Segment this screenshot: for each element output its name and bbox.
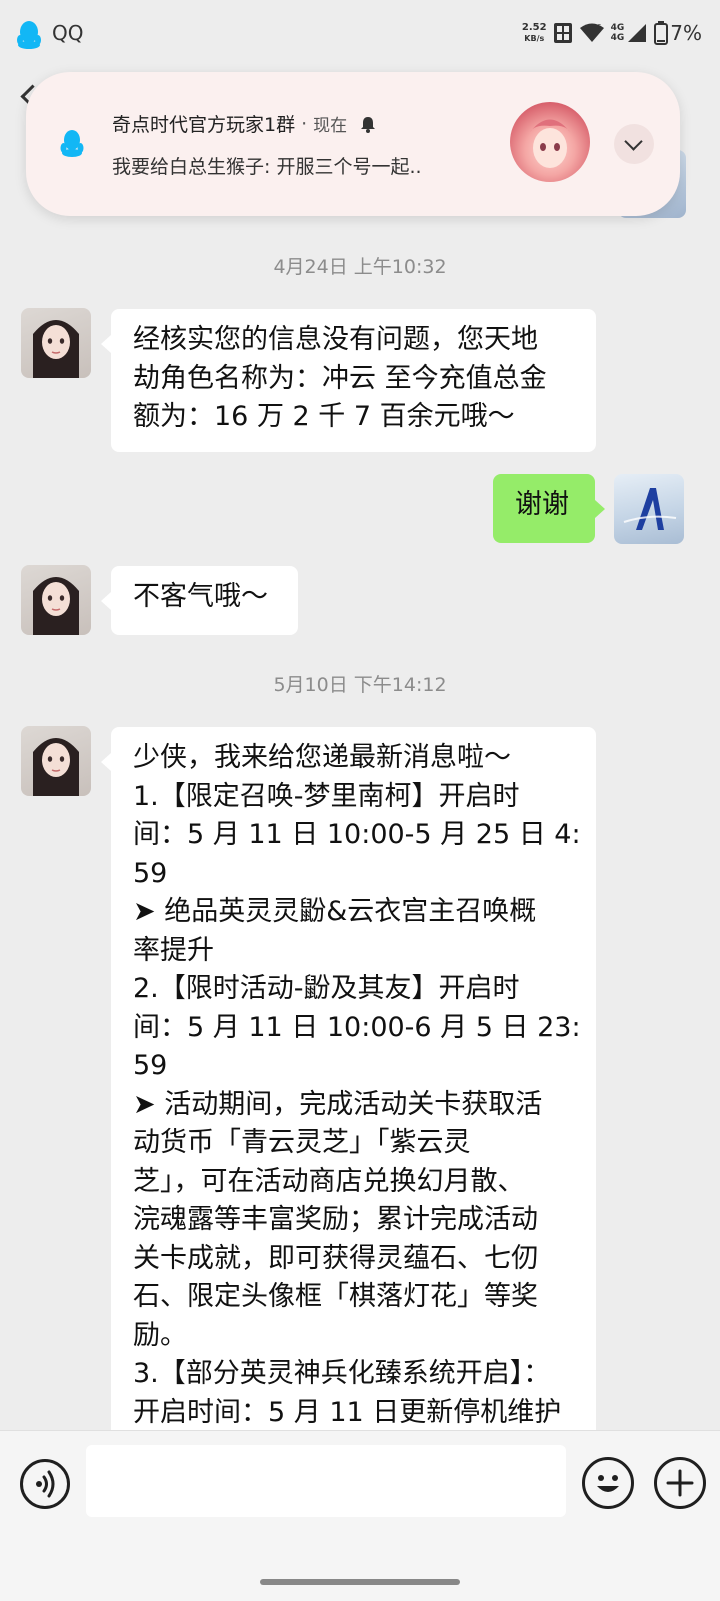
incoming-message-bubble[interactable]: 经核实您的信息没有问题，您天地 劫角色名称为：冲云 至今充值总金 额为：16 万… xyxy=(101,309,596,452)
message-line: 不客气哦～ xyxy=(133,581,268,612)
status-app-name: QQ xyxy=(52,21,84,45)
notification-message: 我要给白总生猴子: 开服三个号一起.. xyxy=(112,156,422,178)
message-line: 劫角色名称为：冲云 至今充值总金 xyxy=(133,362,547,394)
message-line: 浣魂露等丰富奖励；累计完成活动 xyxy=(133,1204,538,1235)
incoming-message-bubble[interactable]: 少侠，我来给您递最新消息啦～ 1.【限定召唤-梦里南柯】开启时 间：5 月 11… xyxy=(101,727,596,1447)
contact-avatar[interactable] xyxy=(21,308,91,378)
input-bar xyxy=(0,1430,720,1601)
sender-avatar xyxy=(510,102,590,182)
network-speed-value: 2.52 xyxy=(521,22,547,33)
battery-level: 7% xyxy=(670,21,702,45)
self-avatar[interactable] xyxy=(614,474,684,544)
mobile-network-type: 4G 4G xyxy=(611,23,625,43)
message-line: ➤ 绝品英灵灵鼢&云衣宫主召唤概 xyxy=(133,896,537,927)
girl-avatar-art xyxy=(33,738,79,796)
notification-time: 现在 xyxy=(313,116,348,136)
message-line: 经核实您的信息没有问题，您天地 xyxy=(133,324,538,355)
qq-icon xyxy=(17,21,41,49)
message-line: 1.【限定召唤-梦里南柯】开启时 xyxy=(133,780,520,812)
notification-title: 奇点时代官方玩家1群 xyxy=(112,114,296,136)
message-line: 谢谢 xyxy=(515,489,569,520)
network-type-sim1: 4G xyxy=(610,23,625,33)
message-line: 2.【限时活动-鼢及其友】开启时 xyxy=(133,973,520,1004)
emoji-icon xyxy=(597,1475,619,1492)
message-line: 3.【部分英灵神兵化臻系统开启】： xyxy=(133,1358,551,1389)
qq-icon xyxy=(60,130,84,157)
contact-avatar[interactable] xyxy=(21,726,91,796)
notification-header: 奇点时代官方玩家1群 · 现在 xyxy=(112,110,377,137)
svg-text:6: 6 xyxy=(597,23,602,31)
message-line: 石、限定头像框「棋落灯花」等奖 xyxy=(133,1281,538,1312)
message-line: 间：5 月 11 日 10:00-5 月 25 日 4: xyxy=(133,819,581,850)
contact-avatar[interactable] xyxy=(21,565,91,635)
message-input[interactable] xyxy=(86,1445,566,1517)
voice-button[interactable] xyxy=(20,1459,70,1509)
wifi-icon: 6 xyxy=(579,23,604,42)
notification-separator: · xyxy=(301,112,308,135)
message-line: 励。 xyxy=(133,1319,187,1351)
notification-banner[interactable]: 奇点时代官方玩家1群 · 现在 我要给白总生猴子: 开服三个号一起.. xyxy=(26,72,680,216)
signal-icon xyxy=(628,24,647,42)
network-speed: 2.52 KB/s xyxy=(522,22,547,44)
message-line: 芝」，可在活动商店兑换幻月散、 xyxy=(133,1165,525,1197)
message-line: 59 xyxy=(133,1050,168,1081)
chat-timestamp: 5月10日 下午14:12 xyxy=(273,674,447,696)
message-line: 率提升 xyxy=(133,934,214,966)
message-line: 关卡成就，即可获得灵蕴石、七仞 xyxy=(133,1242,538,1274)
message-line: 额为：16 万 2 千 7 百余元哦～ xyxy=(133,401,515,432)
girl-avatar-art xyxy=(33,320,79,378)
battery-icon xyxy=(654,21,669,45)
chat-timestamp: 4月24日 上午10:32 xyxy=(273,256,447,278)
status-bar: QQ 2.52 KB/s 6 4G 4G 7% xyxy=(0,0,720,66)
girl-avatar-art xyxy=(33,577,79,635)
message-line: 间：5 月 11 日 10:00-6 月 5 日 23: xyxy=(133,1011,581,1043)
chevron-down-icon xyxy=(624,132,643,151)
status-indicators: 2.52 KB/s 6 4G 4G 7% xyxy=(522,18,702,48)
voice-icon xyxy=(36,1470,55,1498)
network-type-sim2: 4G xyxy=(610,33,625,43)
anime-avatar-art xyxy=(530,119,570,168)
incoming-message-bubble[interactable]: 不客气哦～ xyxy=(101,566,298,635)
network-speed-unit: KB/s xyxy=(524,34,545,43)
message-line: 开启时间：5 月 11 日更新停机维护 xyxy=(133,1396,562,1428)
outgoing-message-bubble[interactable]: 谢谢 xyxy=(493,474,605,543)
message-line: 少侠，我来给您递最新消息啦～ xyxy=(133,742,511,773)
home-indicator[interactable] xyxy=(260,1579,460,1585)
expand-button[interactable] xyxy=(614,124,654,164)
letter-a-avatar-art xyxy=(623,488,677,530)
emoji-button[interactable] xyxy=(582,1457,634,1509)
nfc-icon xyxy=(553,23,572,43)
message-line: 动货币「青云灵芝」「紫云灵 xyxy=(133,1127,471,1158)
message-line: 59 xyxy=(133,857,168,889)
message-line: ➤ 活动期间，完成活动关卡获取活 xyxy=(133,1088,543,1120)
plus-icon xyxy=(666,1469,694,1497)
bell-icon xyxy=(361,116,376,133)
more-button[interactable] xyxy=(654,1457,706,1509)
